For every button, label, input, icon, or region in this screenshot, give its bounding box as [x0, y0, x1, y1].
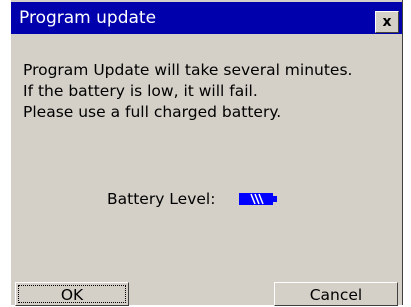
dialog-title: Program update: [19, 8, 157, 28]
battery-level-label: Battery Level:: [107, 190, 216, 208]
message-line: Program Update will take several minutes…: [23, 61, 353, 79]
close-button[interactable]: x: [375, 11, 399, 33]
battery-charging-icon: [239, 193, 277, 205]
program-update-dialog: Program update x Program Update will tak…: [10, 0, 403, 306]
message-line: If the battery is low, it will fail.: [23, 82, 258, 100]
message-text: Program Update will take several minutes…: [23, 60, 403, 123]
ok-button[interactable]: OK: [15, 282, 129, 306]
cancel-button[interactable]: Cancel: [274, 282, 398, 306]
title-bar: Program update x: [11, 2, 402, 34]
message-line: Please use a full charged battery.: [23, 103, 282, 121]
